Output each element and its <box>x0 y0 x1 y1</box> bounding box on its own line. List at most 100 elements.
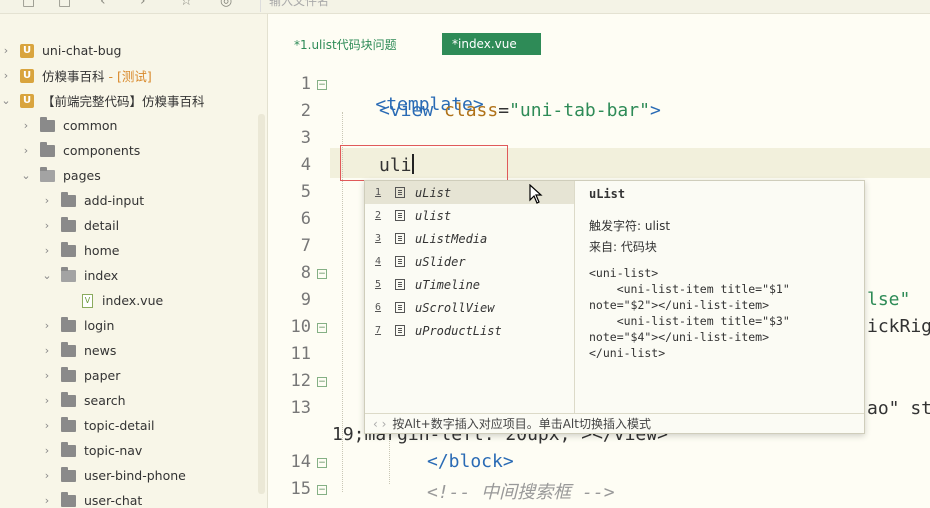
tree-item-folder[interactable]: › user-bind-phone <box>41 463 186 488</box>
tree-item-label: news <box>84 343 117 358</box>
tree-item-folder[interactable]: › detail <box>41 213 119 238</box>
folder-icon <box>61 391 76 407</box>
sidebar-scrollbar[interactable] <box>258 114 265 494</box>
tree-item-label: login <box>84 318 115 333</box>
chevron-right-icon[interactable]: › <box>0 69 12 82</box>
tree-item-label: user-bind-phone <box>84 468 186 483</box>
fold-toggle-icon[interactable]: − <box>317 485 327 495</box>
line-number: 4 <box>300 155 311 175</box>
fold-toggle-icon[interactable]: − <box>317 80 327 90</box>
project-icon: U <box>20 93 34 108</box>
tree-item-label: 【前端完整代码】仿糗事百科 <box>42 94 205 109</box>
chevron-down-icon[interactable]: ⌄ <box>0 94 12 107</box>
chevron-right-icon[interactable]: › <box>0 44 12 57</box>
suggestion-label: uListMedia <box>415 231 488 246</box>
code-line-14: </block> <box>427 451 514 472</box>
tree-item-folder[interactable]: ⌄ index <box>41 263 118 288</box>
suggestion-item[interactable]: 2 ulist <box>365 204 574 227</box>
chevron-right-icon[interactable]: › <box>41 344 53 357</box>
line-number: 10 <box>290 317 311 337</box>
chevron-right-icon[interactable]: › <box>41 369 53 382</box>
tab-index-vue[interactable]: *index.vue <box>442 33 541 55</box>
tree-item-folder[interactable]: › topic-nav <box>41 438 142 463</box>
star-icon[interactable]: ☆ <box>180 0 193 9</box>
tab-ulist-issue[interactable]: *1.ulist代码块问题 <box>294 36 397 53</box>
project-icon: U <box>20 43 34 58</box>
tree-item-project[interactable]: ⌄ U 【前端完整代码】仿糗事百科 <box>0 88 205 113</box>
tree-item-label: user-chat <box>84 493 143 508</box>
chevron-right-icon[interactable]: › <box>41 469 53 482</box>
tree-item-project[interactable]: › U uni-chat-bug <box>0 38 122 63</box>
tree-item-folder[interactable]: › user-chat <box>41 488 142 508</box>
folder-icon <box>40 116 55 132</box>
popup-footer: ‹ › 按Alt+数字插入对应项目。单击Alt切换插入模式 <box>365 413 864 433</box>
fold-toggle-icon[interactable]: − <box>317 458 327 468</box>
tree-item-label: index.vue <box>102 293 164 308</box>
code-token: class <box>444 100 499 121</box>
nav-arrows-icon[interactable]: ‹ › <box>373 417 386 431</box>
tree-item-folder[interactable]: › search <box>41 388 126 413</box>
fold-toggle-icon[interactable]: − <box>317 269 327 279</box>
tree-item-label: add-input <box>84 193 145 208</box>
new-file-icon[interactable]: □ <box>22 0 35 9</box>
suggestion-item[interactable]: 7 uProductList <box>365 319 574 342</box>
tree-item-folder[interactable]: › components <box>20 138 140 163</box>
suggestion-item[interactable]: 5 uTimeline <box>365 273 574 296</box>
suggestion-item[interactable]: 6 uScrollView <box>365 296 574 319</box>
snippet-icon <box>395 256 405 267</box>
snippet-icon <box>395 210 405 221</box>
tree-item-folder[interactable]: › topic-detail <box>41 413 154 438</box>
code-line-15: <!-- 中间搜索框 --> <box>427 482 615 503</box>
code-fragment: lse" <box>867 289 911 310</box>
folder-open-icon <box>61 266 76 282</box>
tree-item-folder[interactable]: › common <box>20 113 117 138</box>
suggestion-item[interactable]: 3 uListMedia <box>365 227 574 250</box>
tree-item-folder[interactable]: › home <box>41 238 119 263</box>
save-icon[interactable]: □ <box>58 0 71 9</box>
chevron-right-icon[interactable]: › <box>41 319 53 332</box>
chevron-right-icon[interactable]: › <box>41 194 53 207</box>
run-icon[interactable]: ◎ <box>220 0 232 9</box>
back-icon[interactable]: ‹ <box>100 0 106 9</box>
tree-item-folder[interactable]: ⌄ pages <box>20 163 101 188</box>
fold-toggle-icon[interactable]: − <box>317 323 327 333</box>
tree-item-file[interactable]: V index.vue <box>82 288 163 313</box>
chevron-right-icon[interactable]: › <box>41 444 53 457</box>
chevron-right-icon[interactable]: › <box>20 119 32 132</box>
detail-title: uList <box>589 187 626 201</box>
tree-item-folder[interactable]: › add-input <box>41 188 144 213</box>
tree-item-folder[interactable]: › news <box>41 338 116 363</box>
suggestion-number: 1 <box>375 187 382 198</box>
folder-icon <box>61 216 76 232</box>
chevron-down-icon[interactable]: ⌄ <box>41 269 53 282</box>
tree-item-label: detail <box>84 218 120 233</box>
chevron-right-icon[interactable]: › <box>20 144 32 157</box>
tree-item-label: paper <box>84 368 121 383</box>
chevron-right-icon[interactable]: › <box>41 244 53 257</box>
chevron-down-icon[interactable]: ⌄ <box>20 169 32 182</box>
editor-tabs: *1.ulist代码块问题 *index.vue <box>269 14 930 64</box>
folder-icon <box>61 441 76 457</box>
tree-item-folder[interactable]: › login <box>41 313 114 338</box>
line-number: 3 <box>300 128 311 148</box>
folder-icon <box>61 241 76 257</box>
tree-item-label: uni-chat-bug <box>42 43 122 58</box>
chevron-right-icon[interactable]: › <box>41 419 53 432</box>
suggestion-list: 1 uList 2 ulist 3 uListMedia 4 uSlider 5… <box>365 181 575 413</box>
chevron-right-icon[interactable]: › <box>41 219 53 232</box>
tree-item-label: 仿糗事百科 <box>42 69 105 84</box>
chevron-right-icon[interactable]: › <box>41 394 53 407</box>
tree-item-project[interactable]: › U 仿糗事百科 - [测试] <box>0 63 152 88</box>
line-number: 5 <box>300 182 311 202</box>
chevron-right-icon[interactable]: › <box>41 494 53 507</box>
forward-icon[interactable]: › <box>140 0 146 9</box>
snippet-icon <box>395 233 405 244</box>
tree-item-folder[interactable]: › paper <box>41 363 120 388</box>
code-fragment: ickRig <box>867 316 930 337</box>
snippet-icon <box>395 302 405 313</box>
suggestion-item[interactable]: 4 uSlider <box>365 250 574 273</box>
test-tag: - [测试] <box>108 69 152 84</box>
typed-highlight-box <box>340 145 508 181</box>
file-search-input[interactable]: 输入文件名 <box>260 0 930 12</box>
fold-toggle-icon[interactable]: − <box>317 377 327 387</box>
